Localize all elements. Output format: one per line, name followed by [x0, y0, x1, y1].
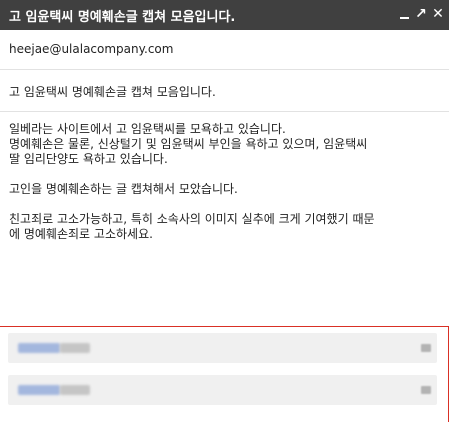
to-value[interactable]: heejae@ulalacompany.com: [9, 42, 173, 56]
message-scrollbar[interactable]: [441, 112, 449, 322]
compose-title-bar: 고 임윤택씨 명예훼손글 캡쳐 모음입니다. ↗ ✕: [0, 0, 449, 30]
message-body[interactable]: 일베라는 사이트에서 고 임윤택씨를 모욕하고 있습니다. 명예훼손은 물론, …: [9, 122, 441, 257]
attachment-item[interactable]: [8, 375, 437, 405]
popout-icon[interactable]: ↗: [413, 4, 429, 24]
attachment-size-blurred: [60, 385, 90, 395]
window-title: 고 임윤택씨 명예훼손글 캡쳐 모음입니다.: [9, 10, 236, 25]
to-field[interactable]: heejae@ulalacompany.com: [0, 30, 449, 70]
minimize-icon[interactable]: [397, 4, 413, 24]
attachment-item[interactable]: [8, 333, 437, 363]
attachment-name-blurred: [18, 385, 60, 395]
attachments-panel: [0, 326, 449, 422]
body-paragraph-1: 일베라는 사이트에서 고 임윤택씨를 모욕하고 있습니다. 명예훼손은 물론, …: [9, 122, 368, 166]
close-icon[interactable]: ✕: [430, 4, 446, 24]
body-paragraph-3: 친고죄로 고소가능하고, 특히 소속사의 이미지 실추에 크게 기여했기 때문 …: [9, 212, 375, 241]
subject-field[interactable]: 고 임윤택씨 명예훼손글 캡쳐 모음입니다.: [0, 70, 449, 112]
attachment-size-blurred: [60, 343, 90, 353]
remove-attachment-icon[interactable]: [421, 344, 431, 352]
attachment-name-blurred: [18, 343, 60, 353]
remove-attachment-icon[interactable]: [421, 386, 431, 394]
body-paragraph-2: 고인을 명예훼손하는 글 캡쳐해서 모았습니다.: [9, 182, 238, 196]
subject-value[interactable]: 고 임윤택씨 명예훼손글 캡쳐 모음입니다.: [9, 83, 216, 100]
